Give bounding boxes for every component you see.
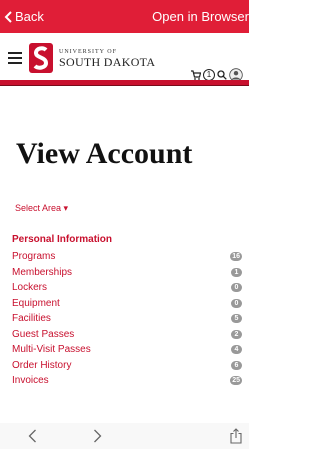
menu-item-invoices[interactable]: Invoices 25 [12, 373, 242, 389]
count-badge: 25 [230, 376, 242, 385]
count-badge: 1 [231, 267, 242, 277]
menu-icon[interactable] [8, 52, 22, 64]
count-badge: 16 [230, 252, 242, 261]
count-badge: 6 [231, 360, 242, 370]
count-badge: 4 [231, 345, 242, 354]
back-button[interactable]: Back [4, 9, 44, 24]
count-badge: 0 [231, 298, 242, 308]
count-badge: 5 [231, 314, 242, 323]
menu-item-label: Invoices [12, 375, 49, 386]
menu-item-guest-passes[interactable]: Guest Passes 2 [12, 327, 242, 343]
browser-toolbar [0, 423, 249, 449]
menu-item-memberships[interactable]: Memberships 1 [12, 265, 242, 281]
count-badge: 2 [231, 329, 242, 339]
page-title: View Account [16, 137, 193, 170]
menu-item-programs[interactable]: Programs 16 [12, 249, 242, 265]
menu-item-order-history[interactable]: Order History 6 [12, 358, 242, 374]
menu-item-label: Order History [12, 359, 72, 371]
menu-item-equipment[interactable]: Equipment 0 [12, 296, 242, 312]
header-red-bar [0, 80, 249, 86]
select-area-dropdown[interactable]: Select Area ▾ [15, 203, 68, 214]
menu-item-facilities[interactable]: Facilities 5 [12, 311, 242, 327]
logo-text-big: SOUTH DAKOTA [59, 55, 156, 69]
search-icon[interactable] [217, 70, 227, 80]
university-logo[interactable] [27, 41, 55, 75]
count-badge: 0 [231, 283, 242, 292]
open-in-browser-link[interactable]: Open in Browser [152, 9, 249, 24]
nav-back-icon[interactable] [28, 429, 37, 443]
menu-item-label: Programs [12, 251, 56, 262]
chevron-left-icon [4, 10, 12, 23]
menu-item-label: Memberships [12, 266, 73, 278]
menu-item-label: Lockers [12, 282, 48, 293]
cart-icon[interactable] [191, 70, 201, 80]
menu-item-label: Multi-Visit Passes [12, 344, 91, 355]
share-icon[interactable] [229, 428, 243, 444]
nav-forward-icon[interactable] [93, 429, 102, 443]
account-menu: Programs 16 Memberships 1 Lockers 0 Equi… [12, 249, 242, 389]
section-heading: Personal Information [12, 234, 113, 245]
top-bar: Back Open in Browser [0, 0, 249, 33]
back-label: Back [15, 9, 44, 24]
menu-item-label: Facilities [12, 313, 51, 324]
menu-item-label: Guest Passes [12, 328, 75, 340]
menu-item-lockers[interactable]: Lockers 0 [12, 280, 242, 296]
menu-item-label: Equipment [12, 297, 60, 309]
menu-item-multi-visit-passes[interactable]: Multi-Visit Passes 4 [12, 342, 242, 358]
